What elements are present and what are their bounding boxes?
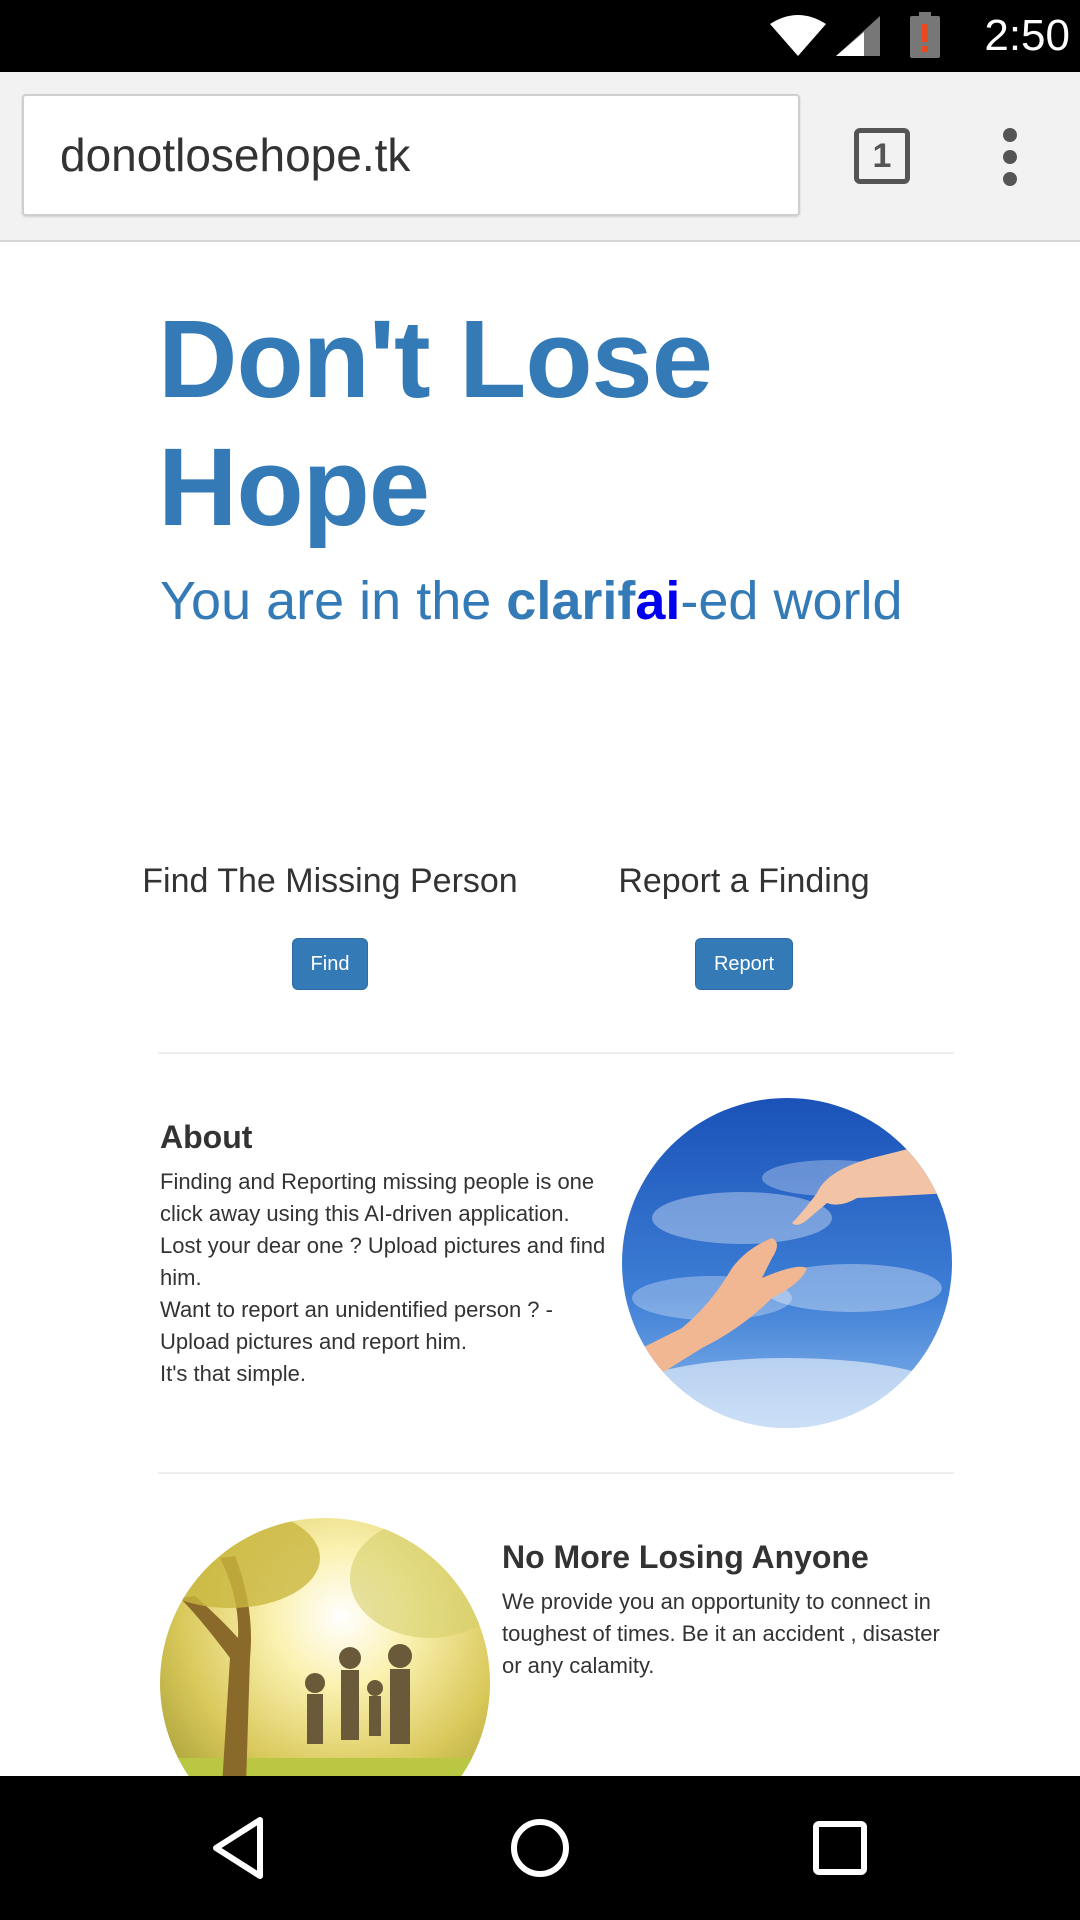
no-more-title: No More Losing Anyone — [502, 1539, 869, 1575]
screen: 2:50 donotlosehope.tk 1 Don't Lose Hope … — [0, 0, 1080, 1920]
url-text: donotlosehope.tk — [60, 129, 411, 181]
find-section: Find The Missing Person Find — [120, 860, 540, 990]
navigation-bar — [0, 1776, 1080, 1920]
about-line: Finding and Reporting missing people is … — [160, 1169, 595, 1226]
family-in-park-image — [160, 1518, 490, 1776]
browser-toolbar: donotlosehope.tk 1 — [0, 72, 1080, 242]
helping-hands-sky-image — [622, 1098, 952, 1428]
recents-icon[interactable] — [800, 1808, 880, 1888]
back-icon[interactable] — [200, 1808, 280, 1888]
signal-icon — [836, 16, 880, 56]
hero-subtitle: You are in the clarifai-ed world — [160, 568, 1060, 634]
tabs-icon[interactable]: 1 — [854, 128, 910, 184]
wifi-icon — [770, 15, 826, 56]
more-vert-icon[interactable] — [1000, 128, 1022, 186]
battery-alert-icon — [910, 12, 940, 58]
subtitle-brand-ai: ai — [635, 571, 681, 631]
subtitle-brand: clarif — [506, 571, 636, 631]
tab-count: 1 — [872, 137, 892, 175]
find-title: Find The Missing Person — [142, 862, 518, 900]
subtitle-prefix: You are in the — [160, 571, 507, 631]
divider — [158, 1472, 954, 1474]
address-bar[interactable]: donotlosehope.tk — [22, 94, 800, 216]
hero-title: Don't Lose Hope — [158, 298, 713, 549]
home-icon[interactable] — [500, 1808, 580, 1888]
subtitle-suffix: -ed world — [680, 571, 903, 631]
about-line: Lost your dear one ? Upload pictures and… — [160, 1233, 606, 1290]
divider — [158, 1052, 954, 1054]
report-section: Report a Finding Report — [534, 860, 954, 990]
about-title: About — [160, 1119, 253, 1155]
about-line: It's that simple. — [160, 1361, 307, 1386]
clock: 2:50 — [984, 11, 1070, 60]
no-more-text: We provide you an opportunity to connect… — [502, 1589, 940, 1678]
report-button[interactable]: Report — [694, 938, 794, 990]
status-bar: 2:50 — [0, 0, 1080, 72]
about-text: Finding and Reporting missing people is … — [160, 1166, 620, 1390]
report-title: Report a Finding — [618, 862, 870, 900]
find-button[interactable]: Find — [291, 938, 369, 990]
page-content: Don't Lose Hope You are in the clarifai-… — [0, 244, 1080, 1776]
about-line: Want to report an unidentified person ? … — [160, 1297, 553, 1354]
